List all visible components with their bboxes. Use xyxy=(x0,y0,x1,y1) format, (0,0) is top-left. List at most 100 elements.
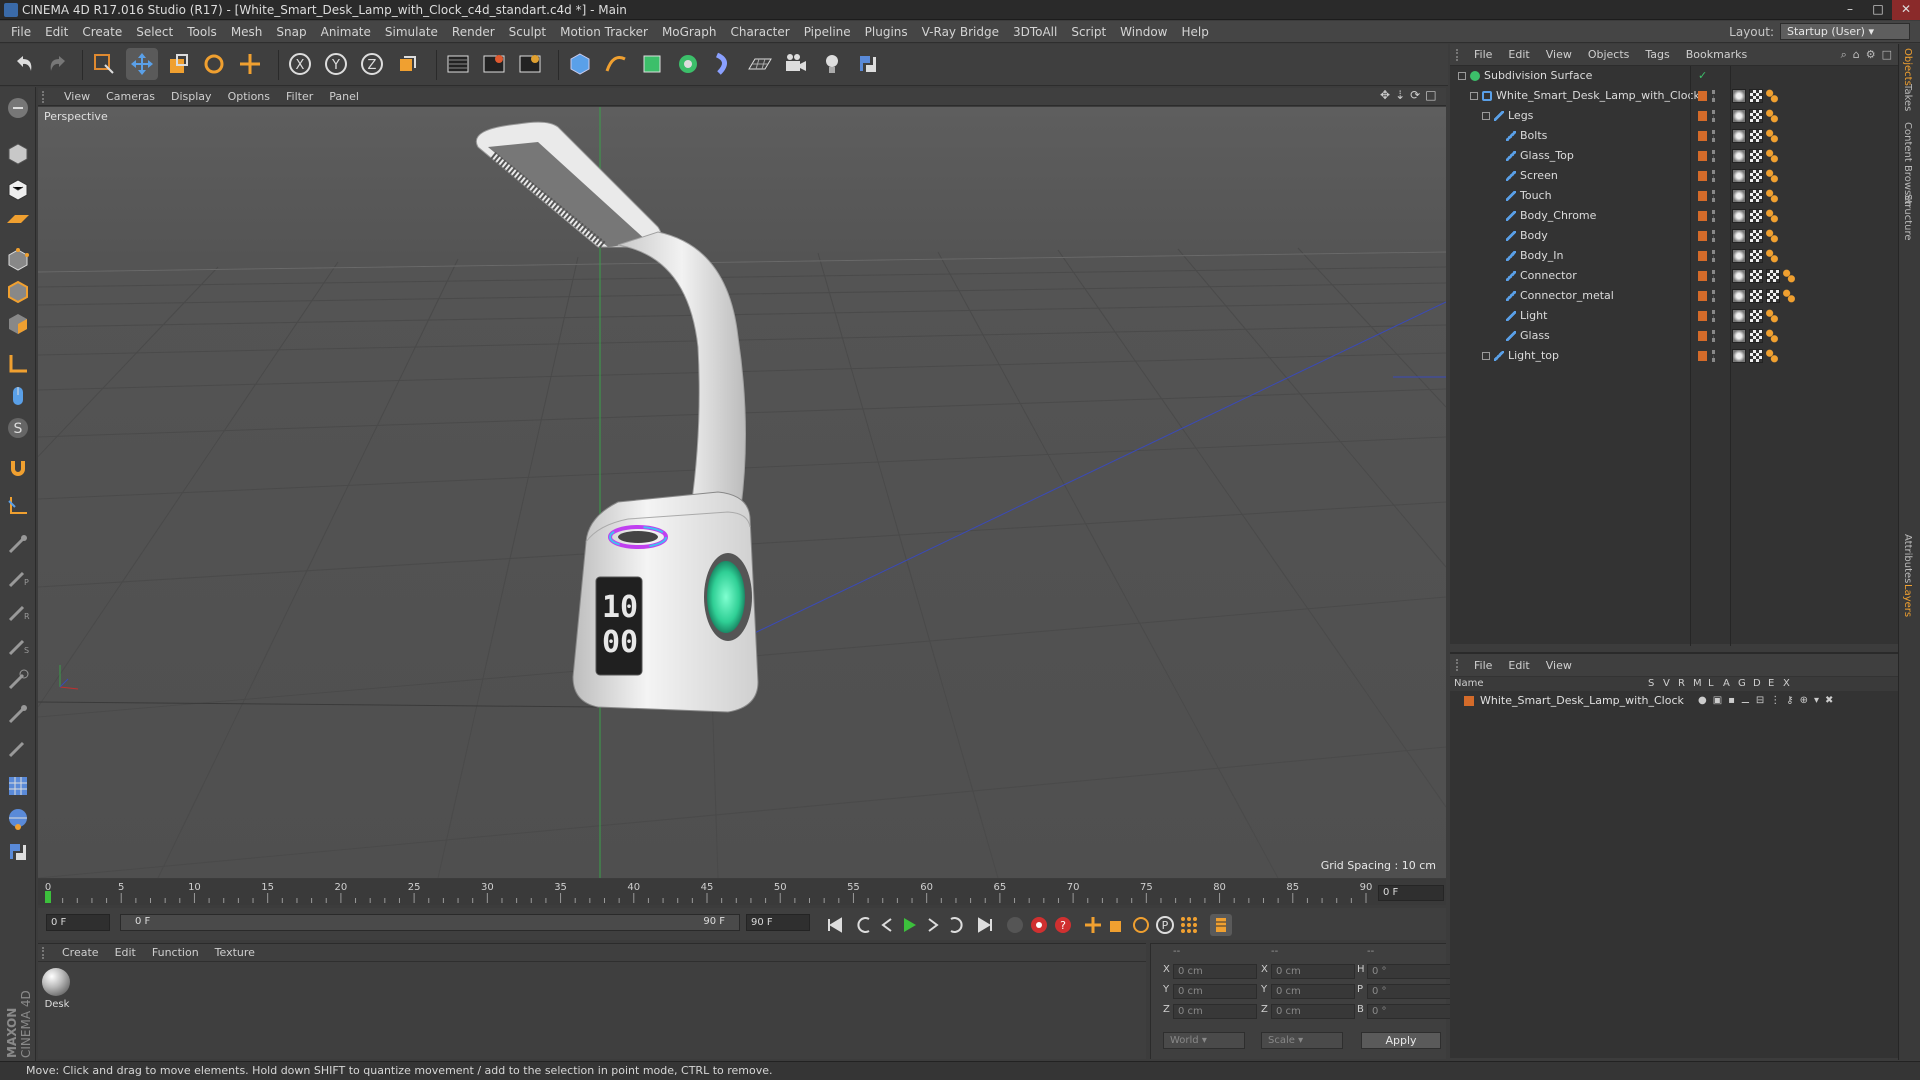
phong-tag-icon[interactable] xyxy=(1732,329,1746,343)
material-preview-ball[interactable] xyxy=(42,968,70,996)
menu-mograph[interactable]: MoGraph xyxy=(655,25,724,39)
visibility-dots-icon[interactable] xyxy=(1712,130,1715,142)
object-name[interactable]: Subdivision Surface xyxy=(1484,66,1592,86)
coord-value-field[interactable]: 0 cm xyxy=(1271,984,1355,999)
phong-tag-icon[interactable] xyxy=(1732,249,1746,263)
object-row[interactable]: Subdivision Surface ✓ xyxy=(1450,66,1898,86)
menu-snap[interactable]: Snap xyxy=(269,25,313,39)
layer-column-a[interactable]: A xyxy=(1723,678,1730,689)
menu-pipeline[interactable]: Pipeline xyxy=(797,25,858,39)
object-name[interactable]: Glass_Top xyxy=(1520,146,1574,166)
redo-button[interactable] xyxy=(42,48,74,80)
phong-tag-icon[interactable] xyxy=(1732,169,1746,183)
next-key-button[interactable] xyxy=(944,914,966,936)
material-name[interactable]: Desk xyxy=(40,999,74,1010)
object-menu-bookmarks[interactable]: Bookmarks xyxy=(1678,48,1755,61)
viewport-menu-options[interactable]: Options xyxy=(220,90,278,103)
layer-column-d[interactable]: D xyxy=(1753,678,1761,689)
visibility-dots-icon[interactable] xyxy=(1712,270,1715,282)
timeline-window-button[interactable] xyxy=(1210,914,1232,936)
object-menu-objects[interactable]: Objects xyxy=(1580,48,1638,61)
z-axis-lock-button[interactable]: Z xyxy=(356,48,388,80)
selection-tag-icon[interactable] xyxy=(1766,189,1778,203)
layer-color-swatch[interactable] xyxy=(1698,271,1707,281)
visibility-dots-icon[interactable] xyxy=(1712,330,1715,342)
menu-window[interactable]: Window xyxy=(1113,25,1174,39)
tab-objects[interactable]: Objects xyxy=(1902,48,1913,86)
viewport-menu-cameras[interactable]: Cameras xyxy=(98,90,163,103)
selection-tag-icon[interactable] xyxy=(1766,209,1778,223)
layer-color-swatch[interactable] xyxy=(1698,171,1707,181)
object-row[interactable]: Screen xyxy=(1450,166,1898,186)
texture-tag-icon[interactable] xyxy=(1749,129,1763,143)
light-button[interactable] xyxy=(816,48,848,80)
layout-dropdown[interactable]: Startup (User) ▾ xyxy=(1780,23,1910,40)
visibility-dots-icon[interactable] xyxy=(1712,290,1715,302)
visibility-dots-icon[interactable] xyxy=(1712,150,1715,162)
viewport-menu-display[interactable]: Display xyxy=(163,90,220,103)
visibility-dots-icon[interactable] xyxy=(1712,310,1715,322)
layer-color-swatch[interactable] xyxy=(1698,131,1707,141)
phong-tag-icon[interactable] xyxy=(1732,229,1746,243)
expand-toggle-icon[interactable] xyxy=(1482,112,1490,120)
material-menu-function[interactable]: Function xyxy=(144,946,207,959)
menu-simulate[interactable]: Simulate xyxy=(378,25,445,39)
live-selection-button[interactable] xyxy=(88,48,120,80)
layer-menu-file[interactable]: File xyxy=(1466,659,1500,672)
object-row[interactable]: Touch xyxy=(1450,186,1898,206)
selection-tag-icon[interactable] xyxy=(1783,289,1795,303)
object-name[interactable]: Light xyxy=(1520,306,1547,326)
selection-tag-icon[interactable] xyxy=(1766,129,1778,143)
pan-icon[interactable]: ✥ xyxy=(1380,88,1390,102)
object-name[interactable]: Body_Chrome xyxy=(1520,206,1596,226)
menu-mesh[interactable]: Mesh xyxy=(224,25,270,39)
layer-color-swatch[interactable] xyxy=(1698,351,1707,361)
cube-primitive-button[interactable] xyxy=(564,48,596,80)
key-parameter-button[interactable]: P xyxy=(1154,914,1176,936)
phong-tag-icon[interactable] xyxy=(1732,129,1746,143)
object-menu-edit[interactable]: Edit xyxy=(1500,48,1537,61)
texture-tag-icon[interactable] xyxy=(1749,269,1763,283)
selection-tag-icon[interactable] xyxy=(1783,269,1795,283)
material-menu-edit[interactable]: Edit xyxy=(107,946,144,959)
render-settings-button[interactable] xyxy=(514,48,546,80)
object-name[interactable]: Bolts xyxy=(1520,126,1547,146)
layer-column-g[interactable]: G xyxy=(1738,678,1746,689)
phong-tag-icon[interactable] xyxy=(1732,349,1746,363)
floor-button[interactable] xyxy=(744,48,776,80)
coord-value-field[interactable]: 0 cm xyxy=(1173,984,1257,999)
search-icon[interactable]: ⌕ xyxy=(1841,48,1847,62)
brush-tool-button[interactable] xyxy=(3,529,33,559)
rotate-tool-button[interactable] xyxy=(198,48,230,80)
model-mode-button[interactable] xyxy=(3,139,33,169)
key-rotation-button[interactable] xyxy=(1130,914,1152,936)
layer-name[interactable]: White_Smart_Desk_Lamp_with_Clock xyxy=(1480,692,1684,710)
menu-script[interactable]: Script xyxy=(1064,25,1113,39)
pinch-tool-button[interactable] xyxy=(3,665,33,695)
tab-layers[interactable]: Layers xyxy=(1902,584,1913,617)
tweak-mode-button[interactable] xyxy=(3,381,33,411)
layer-color-swatch[interactable] xyxy=(1698,191,1707,201)
object-row[interactable]: White_Smart_Desk_Lamp_with_Clock xyxy=(1450,86,1898,106)
selection-tag-icon[interactable] xyxy=(1766,349,1778,363)
texture-tag-icon[interactable] xyxy=(1749,349,1763,363)
maximize-view-icon[interactable]: □ xyxy=(1425,88,1436,102)
object-name[interactable]: Touch xyxy=(1520,186,1552,206)
layer-column-name[interactable]: Name xyxy=(1454,678,1484,689)
layer-color-swatch[interactable] xyxy=(1698,111,1707,121)
enabled-check-icon[interactable]: ✓ xyxy=(1698,66,1707,86)
array-mograph-button[interactable] xyxy=(672,48,704,80)
object-menu-file[interactable]: File xyxy=(1466,48,1500,61)
apply-button[interactable]: Apply xyxy=(1361,1032,1441,1049)
layer-menu-edit[interactable]: Edit xyxy=(1500,659,1537,672)
go-to-start-button[interactable] xyxy=(824,914,846,936)
close-button[interactable]: ✕ xyxy=(1892,0,1920,20)
filter-icon[interactable]: ⚙ xyxy=(1866,48,1876,62)
layer-column-m[interactable]: M xyxy=(1693,678,1702,689)
layer-column-v[interactable]: V xyxy=(1663,678,1670,689)
phong-tag-icon[interactable] xyxy=(1732,309,1746,323)
menu-help[interactable]: Help xyxy=(1174,25,1215,39)
autokey-button[interactable]: ? xyxy=(1052,914,1074,936)
object-name[interactable]: Body_In xyxy=(1520,246,1563,266)
layer-color-swatch[interactable] xyxy=(1698,231,1707,241)
